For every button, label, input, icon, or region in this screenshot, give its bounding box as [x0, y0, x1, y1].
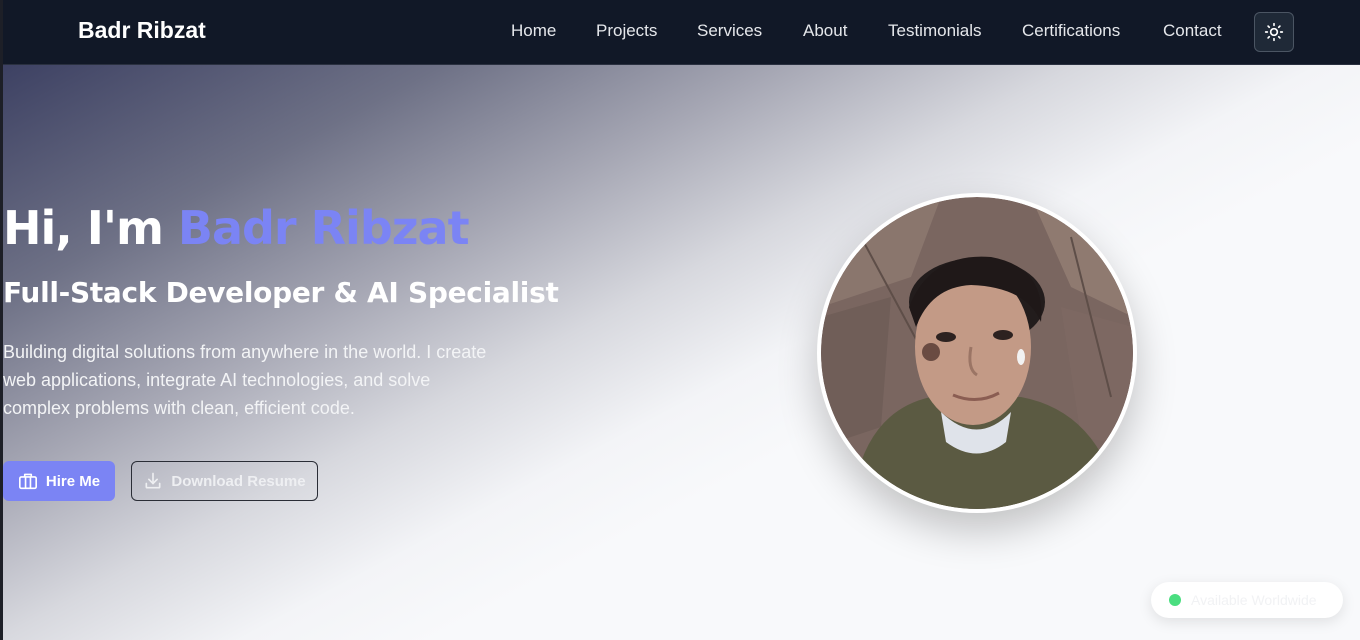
nav-link-services[interactable]: Services [697, 21, 762, 41]
status-indicator-icon [1169, 594, 1181, 606]
download-resume-label: Download Resume [171, 472, 306, 490]
hero-subtitle: Full-Stack Developer & AI Specialist [3, 276, 559, 309]
navbar: Badr Ribzat Home Projects Services About… [3, 0, 1360, 65]
hero-name: Badr Ribzat [177, 201, 470, 255]
avatar [821, 197, 1133, 509]
availability-badge: Available Worldwide [1151, 582, 1343, 618]
nav-link-contact[interactable]: Contact [1163, 21, 1222, 41]
sun-icon [1264, 22, 1284, 42]
nav-link-home[interactable]: Home [511, 21, 556, 41]
hero-description: Building digital solutions from anywhere… [3, 342, 487, 418]
hire-me-button[interactable]: Hire Me [3, 461, 115, 501]
download-icon [145, 472, 161, 489]
avatar-frame [817, 193, 1137, 513]
nav-link-testimonials[interactable]: Testimonials [888, 21, 982, 41]
briefcase-icon [18, 473, 37, 490]
hero-heading: Hi, I'm Badr Ribzat [3, 201, 470, 255]
nav-link-projects[interactable]: Projects [596, 21, 657, 41]
nav-link-about[interactable]: About [803, 21, 847, 41]
theme-toggle-button[interactable] [1254, 12, 1294, 52]
hire-me-label: Hire Me [45, 472, 101, 490]
download-resume-button[interactable]: Download Resume [131, 461, 318, 501]
hero-section: Hi, I'm Badr Ribzat Full-Stack Developer… [3, 65, 1360, 640]
availability-label: Available Worldwide [1191, 592, 1317, 608]
nav-link-certifications[interactable]: Certifications [1022, 21, 1120, 41]
page: Badr Ribzat Home Projects Services About… [0, 0, 1360, 640]
hero-greeting: Hi, I'm [3, 201, 164, 255]
nav-links: Home Projects Services About Testimonial… [3, 21, 1360, 45]
